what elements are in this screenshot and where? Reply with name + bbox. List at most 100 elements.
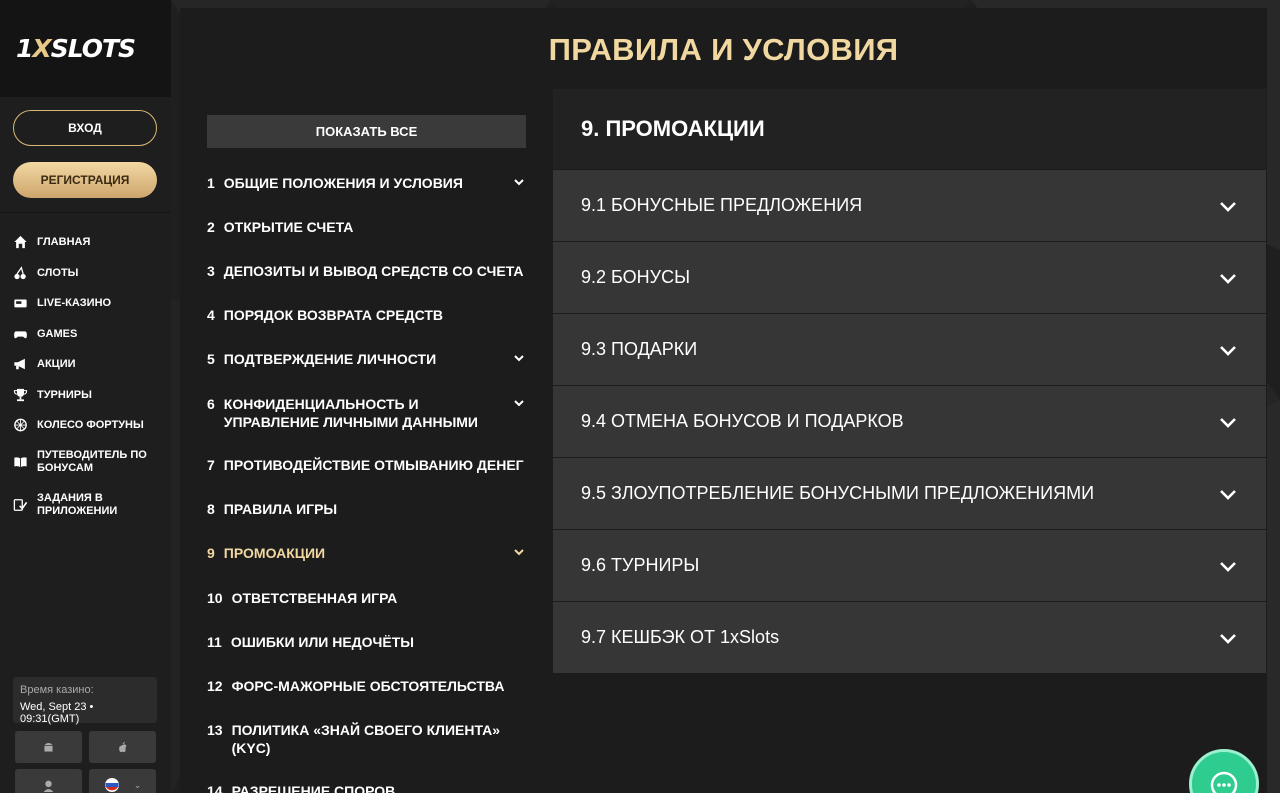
ios-app-button[interactable] <box>89 731 156 763</box>
toc-number: 4 <box>207 307 215 323</box>
flag-ru-icon <box>104 778 119 792</box>
accordion-label: 9.2 БОНУСЫ <box>581 267 691 287</box>
sidebar-item-label: КОЛЕСО ФОРТУНЫ <box>37 419 144 432</box>
accordion-item[interactable]: 9.7 КЕШБЭК ОТ 1xSlots <box>553 602 1266 673</box>
support-agent-icon <box>43 780 54 792</box>
sidebar-item-wheel[interactable]: КОЛЕСО ФОРТУНЫ <box>0 410 171 441</box>
accordion-label: 9.7 КЕШБЭК ОТ 1xSlots <box>581 627 780 647</box>
accordion-item[interactable]: 9.1 БОНУСНЫЕ ПРЕДЛОЖЕНИЯ <box>553 170 1266 241</box>
accordion-label: 9.3 ПОДАРКИ <box>581 339 698 359</box>
sidebar-item-label: GAMES <box>37 327 78 340</box>
sidebar: 1XSLOTS ВХОД РЕГИСТРАЦИЯ ГЛАВНАЯ СЛОТЫ L… <box>0 0 171 793</box>
chevron-down-icon <box>1218 484 1238 509</box>
toc-number: 14 <box>207 783 223 793</box>
toc-number: 12 <box>207 678 223 694</box>
toc-item[interactable]: 5 ПОДТВЕРЖДЕНИЕ ЛИЧНОСТИ <box>207 350 524 368</box>
toc-number: 13 <box>207 722 223 738</box>
toc-label: ПОЛИТИКА «ЗНАЙ СВОЕГО КЛИЕНТА» (KYC) <box>231 722 501 756</box>
toc-label: ПОРЯДОК ВОЗВРАТА СРЕДСТВ <box>223 307 444 323</box>
auth-block: ВХОД РЕГИСТРАЦИЯ <box>0 97 171 213</box>
sidebar-item-slots[interactable]: СЛОТЫ <box>0 258 171 289</box>
toc-label: ПРОТИВОДЕЙСТВИЕ ОТМЫВАНИЮ ДЕНЕГ <box>223 457 524 473</box>
sidebar-item-tournaments[interactable]: ТУРНИРЫ <box>0 380 171 411</box>
toc-number: 2 <box>207 219 215 235</box>
sidebar-item-live-casino[interactable]: LIVE-КАЗИНО <box>0 288 171 319</box>
language-select[interactable]: ⌄ <box>89 769 156 793</box>
chevron-down-icon <box>1218 340 1238 365</box>
sidebar-item-home[interactable]: ГЛАВНАЯ <box>0 227 171 258</box>
sidebar-item-label: СЛОТЫ <box>37 266 79 279</box>
toc-label: ОБЩИЕ ПОЛОЖЕНИЯ И УСЛОВИЯ <box>223 175 463 191</box>
casino-time: Время казино: Wed, Sept 23 • 09:31(GMT) <box>13 677 157 725</box>
sidebar-item-label: ЗАДАНИЯ В ПРИЛОЖЕНИИ <box>37 492 118 517</box>
toc-number: 1 <box>207 175 215 191</box>
login-button[interactable]: ВХОД <box>13 110 157 146</box>
sidebar-item-label: ТУРНИРЫ <box>37 388 92 401</box>
toc-number: 8 <box>207 501 215 517</box>
toc-item[interactable]: 2 ОТКРЫТИЕ СЧЕТА <box>207 218 353 236</box>
toc-label: ОШИБКИ ИЛИ НЕДОЧЁТЫ <box>230 634 415 650</box>
accordion-item[interactable]: 9.2 БОНУСЫ <box>553 242 1266 313</box>
toc-item[interactable]: 1 ОБЩИЕ ПОЛОЖЕНИЯ И УСЛОВИЯ <box>207 174 524 192</box>
toc-label: ПОДТВЕРЖДЕНИЕ ЛИЧНОСТИ <box>223 351 437 367</box>
toc-label: КОНФИДЕНЦИАЛЬНОСТЬ И УПРАВЛЕНИЕ ЛИЧНЫМИ … <box>223 396 478 430</box>
sidebar-menu: ГЛАВНАЯ СЛОТЫ LIVE-КАЗИНО GAMES АКЦИИ ТУ… <box>0 213 171 527</box>
register-button[interactable]: РЕГИСТРАЦИЯ <box>13 162 157 198</box>
accordion-label: 9.5 ЗЛОУПОТРЕБЛЕНИЕ БОНУСНЫМИ ПРЕДЛОЖЕНИ… <box>581 483 1095 503</box>
sidebar-item-promos[interactable]: АКЦИИ <box>0 349 171 380</box>
accordion-item[interactable]: 9.3 ПОДАРКИ <box>553 314 1266 385</box>
toc-item[interactable]: 4 ПОРЯДОК ВОЗВРАТА СРЕДСТВ <box>207 306 443 324</box>
android-icon <box>44 742 53 752</box>
page-title: ПРАВИЛА И УСЛОВИЯ <box>548 32 899 67</box>
toc-item[interactable]: 13 ПОЛИТИКА «ЗНАЙ СВОЕГО КЛИЕНТА» (KYC) <box>207 721 507 757</box>
chevron-down-icon <box>1218 196 1238 221</box>
live-tv-icon <box>12 296 29 310</box>
book-icon <box>12 455 29 469</box>
home-icon <box>12 235 29 249</box>
toc-item[interactable]: 11 ОШИБКИ ИЛИ НЕДОЧЁТЫ <box>207 633 414 651</box>
accordion-label: 9.4 ОТМЕНА БОНУСОВ И ПОДАРКОВ <box>581 411 904 431</box>
toc-number: 6 <box>207 396 215 412</box>
sidebar-item-label: ПУТЕВОДИТЕЛЬ ПО БОНУСАМ <box>37 449 147 474</box>
android-app-button[interactable] <box>15 731 82 763</box>
sidebar-item-label: ГЛАВНАЯ <box>37 236 91 249</box>
toc-item[interactable]: 7 ПРОТИВОДЕЙСТВИЕ ОТМЫВАНИЮ ДЕНЕГ <box>207 456 524 474</box>
toc-item[interactable]: 8 ПРАВИЛА ИГРЫ <box>207 500 337 518</box>
show-all-button[interactable]: ПОКАЗАТЬ ВСЕ <box>207 115 526 148</box>
toc-number: 3 <box>207 263 215 279</box>
sidebar-item-app-tasks[interactable]: ЗАДАНИЯ В ПРИЛОЖЕНИИ <box>0 484 171 527</box>
toc-label: ДЕПОЗИТЫ И ВЫВОД СРЕДСТВ СО СЧЕТА <box>223 263 524 279</box>
app-tasks-icon <box>12 498 29 512</box>
toc-item[interactable]: 3 ДЕПОЗИТЫ И ВЫВОД СРЕДСТВ СО СЧЕТА <box>207 262 523 280</box>
section-title: 9. ПРОМОАКЦИИ <box>553 89 1266 169</box>
chevron-down-icon <box>1218 412 1238 437</box>
sidebar-item-label: LIVE-КАЗИНО <box>37 297 112 310</box>
toc-item-active[interactable]: 9 ПРОМОАКЦИИ <box>207 544 524 562</box>
toc-number: 7 <box>207 457 215 473</box>
sidebar-item-games[interactable]: GAMES <box>0 319 171 350</box>
accordion-item[interactable]: 9.6 ТУРНИРЫ <box>553 530 1266 601</box>
apple-icon <box>119 741 127 752</box>
sidebar-item-bonus-guide[interactable]: ПУТЕВОДИТЕЛЬ ПО БОНУСАМ <box>0 441 171 484</box>
support-button[interactable] <box>15 769 82 793</box>
logo-area: 1XSLOTS <box>0 0 171 97</box>
accordion-item[interactable]: 9.5 ЗЛОУПОТРЕБЛЕНИЕ БОНУСНЫМИ ПРЕДЛОЖЕНИ… <box>553 458 1266 529</box>
chevron-down-icon <box>1218 556 1238 581</box>
accordion-label: 9.1 БОНУСНЫЕ ПРЕДЛОЖЕНИЯ <box>581 195 863 215</box>
toc-item[interactable]: 6 КОНФИДЕНЦИАЛЬНОСТЬ И УПРАВЛЕНИЕ ЛИЧНЫМ… <box>207 395 524 431</box>
toc-label: ПРАВИЛА ИГРЫ <box>223 501 338 517</box>
toc-item[interactable]: 14 РАЗРЕШЕНИЕ СПОРОВ <box>207 782 395 793</box>
accordion-label: 9.6 ТУРНИРЫ <box>581 555 700 575</box>
accordion-item[interactable]: 9.4 ОТМЕНА БОНУСОВ И ПОДАРКОВ <box>553 386 1266 457</box>
wheel-icon <box>12 418 29 432</box>
chevron-down-icon <box>1218 628 1238 653</box>
toc-number: 5 <box>207 351 215 367</box>
toc-item[interactable]: 12 ФОРС-МАЖОРНЫЕ ОБСТОЯТЕЛЬСТВА <box>207 677 504 695</box>
logo[interactable]: 1XSLOTS <box>16 34 136 63</box>
casino-time-label: Время казино: <box>20 684 94 696</box>
toc-item[interactable]: 10 ОТВЕТСТВЕННАЯ ИГРА <box>207 589 397 607</box>
toc-label: ОТВЕТСТВЕННАЯ ИГРА <box>231 590 398 606</box>
toc-number: 11 <box>207 634 222 650</box>
casino-time-value: Wed, Sept 23 • 09:31(GMT) <box>20 701 94 725</box>
chat-bubble-icon <box>1210 771 1238 793</box>
